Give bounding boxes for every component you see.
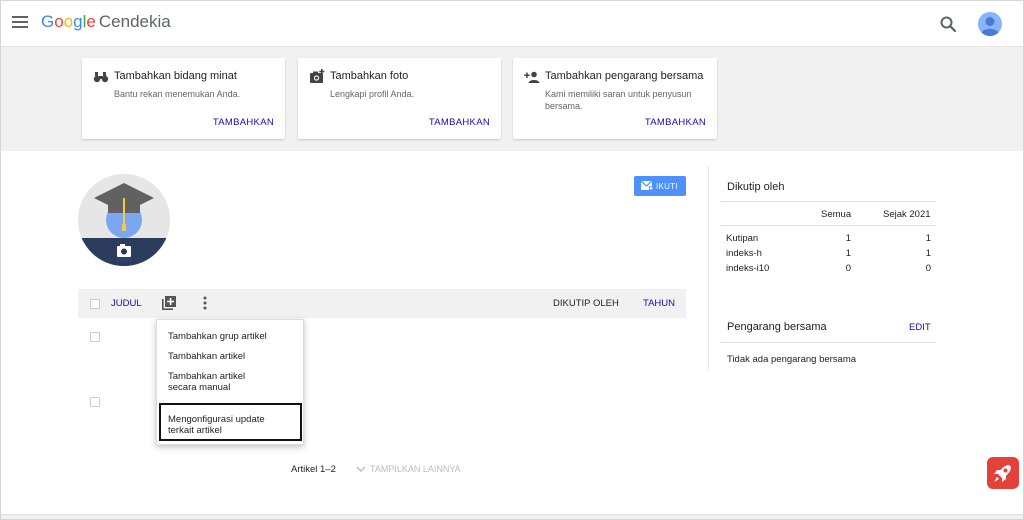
browser-frame: Google Cendekia Tambahkan bidang minat Ba…: [0, 0, 1024, 520]
suggestion-description: Lengkapi profil Anda.: [330, 89, 415, 99]
suggestion-card-photo: Tambahkan foto Lengkapi profil Anda. TAM…: [298, 58, 501, 139]
stat-row-i10-index: indeks-i10 0 0: [726, 263, 931, 276]
stat-value-since: 1: [925, 248, 931, 259]
articles-range: Artikel 1–2: [291, 464, 336, 475]
articles-table-header: JUDUL DIKUTIP OLEH TAHUN: [78, 289, 686, 318]
menu-item-add-article-manually[interactable]: Tambahkan artikel secara manual: [168, 371, 268, 393]
menu-item-add-article-group[interactable]: Tambahkan grup artikel: [168, 331, 267, 342]
stat-row-citations: Kutipan 1 1: [726, 233, 931, 246]
menu-item-add-article[interactable]: Tambahkan artikel: [168, 351, 245, 362]
google-scholar-logo[interactable]: Google Cendekia: [41, 12, 171, 32]
profile-photo[interactable]: [78, 174, 170, 266]
stat-value-all: 1: [845, 248, 851, 259]
rocket-extension-icon[interactable]: [987, 457, 1019, 489]
stat-row-h-index: indeks-h 1 1: [726, 248, 931, 261]
cited-by-title: Dikutip oleh: [727, 181, 785, 193]
stat-value-since: 0: [925, 263, 931, 274]
cited-col-all[interactable]: Semua: [821, 209, 851, 220]
suggestion-description: Kami memiliki saran untuk penyusun bersa…: [545, 89, 692, 111]
chevron-down-icon: [356, 466, 366, 473]
add-coauthors-button[interactable]: TAMBAHKAN: [645, 117, 706, 128]
show-more-button[interactable]: TAMPILKAN LAINNYA: [356, 464, 461, 474]
add-article-icon[interactable]: [162, 296, 176, 310]
bottom-edge: [1, 514, 1023, 519]
stat-label[interactable]: Kutipan: [726, 233, 758, 244]
hamburger-menu-icon[interactable]: [12, 16, 28, 29]
divider: [721, 225, 936, 226]
article-row-checkbox[interactable]: [90, 397, 100, 407]
suggestion-card-interests: Tambahkan bidang minat Bantu rekan menem…: [82, 58, 285, 139]
sort-by-title-button[interactable]: JUDUL: [111, 298, 142, 309]
top-app-bar: Google Cendekia: [1, 1, 1023, 47]
coauthors-empty-text: Tidak ada pengarang bersama: [727, 354, 857, 365]
stat-label[interactable]: indeks-h: [726, 248, 762, 259]
stat-value-since: 1: [925, 233, 931, 244]
stat-value-all: 0: [845, 263, 851, 274]
edit-coauthors-button[interactable]: EDIT: [909, 322, 931, 333]
add-photo-button[interactable]: TAMBAHKAN: [429, 117, 490, 128]
search-icon[interactable]: [939, 15, 957, 33]
menu-item-configure-updates[interactable]: Mengonfigurasi update terkait artikel: [168, 414, 280, 436]
article-row-checkbox[interactable]: [90, 332, 100, 342]
account-avatar-icon[interactable]: [978, 12, 1002, 36]
logo-product-name: Cendekia: [98, 12, 171, 31]
email-follow-icon: [640, 180, 653, 191]
column-divider: [708, 166, 709, 371]
suggestion-description: Bantu rekan menemukan Anda.: [114, 89, 241, 99]
suggestion-title: Tambahkan bidang minat: [114, 70, 237, 82]
suggestion-title: Tambahkan foto: [330, 70, 409, 82]
sort-by-cited-button[interactable]: DIKUTIP OLEH: [553, 298, 619, 309]
suggestion-card-coauthors: Tambahkan pengarang bersama Kami memilik…: [513, 58, 717, 139]
binoculars-icon: [93, 69, 109, 85]
more-vert-icon[interactable]: [202, 296, 208, 310]
sort-by-year-button[interactable]: TAHUN: [643, 298, 675, 309]
add-photo-icon: [309, 69, 325, 85]
divider: [721, 342, 936, 343]
show-more-label: TAMPILKAN LAINNYA: [370, 464, 461, 474]
coauthors-title: Pengarang bersama: [727, 321, 827, 333]
cited-col-since[interactable]: Sejak 2021: [883, 209, 931, 220]
stat-value-all: 1: [845, 233, 851, 244]
divider: [721, 201, 936, 202]
add-article-menu: Tambahkan grup artikel Tambahkan artikel…: [156, 319, 304, 445]
follow-button[interactable]: IKUTI: [634, 176, 686, 196]
follow-label: IKUTI: [656, 182, 678, 191]
add-person-icon: [524, 69, 540, 85]
suggestion-title: Tambahkan pengarang bersama: [545, 70, 704, 82]
stat-label[interactable]: indeks-i10: [726, 263, 769, 274]
add-interests-button[interactable]: TAMBAHKAN: [213, 117, 274, 128]
select-all-checkbox[interactable]: [90, 299, 100, 309]
profile-suggestions-band: Tambahkan bidang minat Bantu rekan menem…: [1, 47, 1023, 151]
